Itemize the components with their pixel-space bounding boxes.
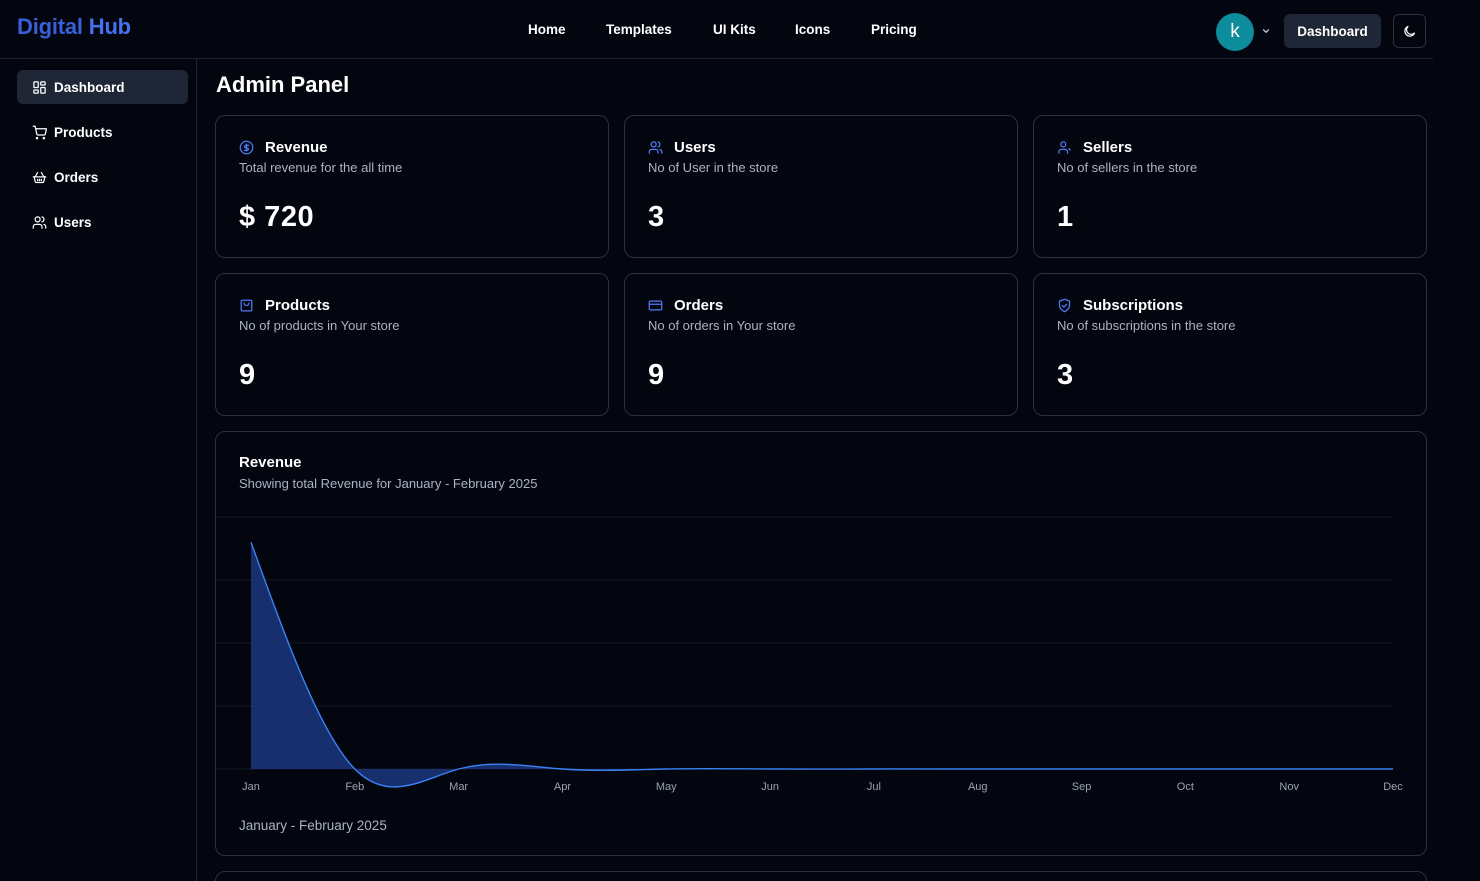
x-tick-label: Jun bbox=[761, 781, 779, 793]
x-tick-label: Jan bbox=[242, 781, 260, 793]
x-tick-label: Oct bbox=[1177, 781, 1194, 793]
stat-card-subscriptions: Subscriptions No of subscriptions in the… bbox=[1033, 273, 1427, 416]
stat-subtitle: No of products in Your store bbox=[239, 318, 400, 333]
nav-pricing[interactable]: Pricing bbox=[871, 22, 917, 37]
x-tick-label: Mar bbox=[449, 781, 468, 793]
stat-value: 3 bbox=[648, 201, 665, 233]
nav-ui-kits[interactable]: UI Kits bbox=[713, 22, 756, 37]
stat-value: $ 720 bbox=[239, 201, 315, 233]
stat-title: Orders bbox=[674, 297, 724, 314]
stat-value: 9 bbox=[239, 359, 256, 391]
stat-title: Subscriptions bbox=[1083, 297, 1184, 314]
theme-toggle-button[interactable] bbox=[1393, 14, 1426, 48]
x-tick-label: Aug bbox=[968, 781, 988, 793]
stat-subtitle: No of orders in Your store bbox=[648, 318, 796, 333]
sidebar-item-label: Users bbox=[54, 214, 92, 230]
users-icon bbox=[32, 215, 47, 229]
stat-title: Sellers bbox=[1083, 139, 1133, 156]
stat-card-users: Users No of User in the store 3 bbox=[624, 115, 1018, 258]
sidebar-item-orders[interactable]: Orders bbox=[17, 160, 188, 194]
stat-card-sellers: Sellers No of sellers in the store 1 bbox=[1033, 115, 1427, 258]
x-tick-label: Dec bbox=[1383, 781, 1403, 793]
stat-subtitle: Total revenue for the all time bbox=[239, 160, 403, 175]
x-tick-label: Sep bbox=[1072, 781, 1092, 793]
brand-part1: Digital bbox=[17, 14, 83, 39]
revenue-line bbox=[250, 541, 1393, 788]
layout-grid-icon bbox=[33, 80, 46, 94]
nav-templates[interactable]: Templates bbox=[606, 22, 672, 37]
cart-icon bbox=[32, 125, 47, 139]
chevron-down-icon[interactable] bbox=[1261, 26, 1271, 36]
revenue-area bbox=[251, 542, 1393, 787]
handshake-icon bbox=[1058, 298, 1071, 313]
basket-icon bbox=[32, 171, 47, 183]
user-icon bbox=[1058, 141, 1071, 154]
moon-icon bbox=[1404, 25, 1416, 37]
dashboard-button[interactable]: Dashboard bbox=[1284, 14, 1381, 48]
stat-card-products: Products No of products in Your store 9 bbox=[215, 273, 609, 416]
avatar-letter: k bbox=[1230, 21, 1240, 42]
nav-icons[interactable]: Icons bbox=[795, 22, 830, 37]
stat-value: 3 bbox=[1057, 359, 1074, 391]
top-header: Digital Hub Home Templates UI Kits Icons… bbox=[0, 0, 1433, 59]
shopping-bag-icon bbox=[240, 299, 253, 312]
sidebar: Dashboard Products Orders Users bbox=[0, 59, 197, 881]
credit-card-icon bbox=[648, 300, 663, 311]
x-tick-label: Feb bbox=[345, 781, 364, 793]
brand-logo[interactable]: Digital Hub bbox=[17, 14, 131, 40]
next-section-card bbox=[215, 871, 1427, 881]
chart-grid bbox=[216, 516, 1393, 770]
x-tick-label: May bbox=[656, 781, 677, 793]
chart-area-series bbox=[250, 541, 1393, 788]
chart-footer: January - February 2025 bbox=[239, 818, 387, 833]
users-icon bbox=[648, 141, 663, 154]
sidebar-item-label: Dashboard bbox=[54, 79, 125, 95]
stat-title: Products bbox=[265, 297, 331, 314]
page-title: Admin Panel bbox=[216, 72, 350, 97]
stat-subtitle: No of sellers in the store bbox=[1057, 160, 1198, 175]
dollar-circle-icon bbox=[239, 140, 254, 155]
sidebar-item-label: Products bbox=[54, 124, 113, 140]
sidebar-item-users[interactable]: Users bbox=[17, 205, 188, 239]
stat-subtitle: No of User in the store bbox=[648, 160, 779, 175]
x-tick-label: Nov bbox=[1279, 781, 1299, 793]
x-tick-label: Jul bbox=[867, 781, 881, 793]
brand-part2: Hub bbox=[88, 14, 131, 39]
stat-title: Revenue bbox=[265, 139, 328, 156]
revenue-chart-card: Revenue Showing total Revenue for Januar… bbox=[215, 431, 1427, 856]
revenue-area-chart[interactable]: Jan Feb Mar Apr May Jun Jul Aug Sep Oct Nov Dec bbox=[216, 432, 1426, 855]
sidebar-item-dashboard[interactable]: Dashboard bbox=[17, 70, 188, 104]
sidebar-item-label: Orders bbox=[54, 169, 99, 185]
stat-title: Users bbox=[674, 139, 716, 156]
stat-value: 1 bbox=[1057, 201, 1074, 233]
user-avatar[interactable]: k bbox=[1216, 13, 1254, 51]
sidebar-item-products[interactable]: Products bbox=[17, 115, 188, 149]
x-tick-label: Apr bbox=[554, 781, 571, 793]
stat-value: 9 bbox=[648, 359, 665, 391]
stat-card-orders: Orders No of orders in Your store 9 bbox=[624, 273, 1018, 416]
stat-card-revenue: Revenue Total revenue for the all time $… bbox=[215, 115, 609, 258]
nav-home[interactable]: Home bbox=[528, 22, 566, 37]
stat-subtitle: No of subscriptions in the store bbox=[1057, 318, 1236, 333]
